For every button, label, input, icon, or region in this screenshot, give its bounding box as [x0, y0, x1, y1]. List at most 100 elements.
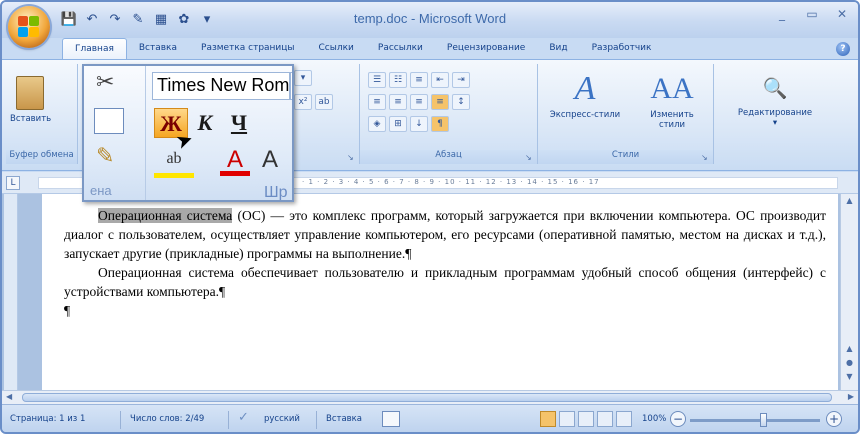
- clipboard-group: Вставить Буфер обмена: [6, 64, 78, 164]
- horizontal-scrollbar[interactable]: ◀ ▶: [2, 390, 858, 404]
- vertical-scrollbar[interactable]: ▲ ▲ ● ▼: [840, 194, 858, 390]
- zoomed-font-group-label: Шр: [264, 184, 288, 201]
- print-layout-icon[interactable]: [540, 411, 556, 427]
- tab-page-layout[interactable]: Разметка страницы: [189, 38, 307, 60]
- shading-icon[interactable]: ◈: [368, 116, 386, 132]
- insert-mode-indicator[interactable]: Вставка: [326, 414, 362, 424]
- grow-font-button[interactable]: A: [262, 146, 286, 176]
- zoom-slider-thumb[interactable]: [760, 413, 767, 427]
- justify-icon[interactable]: ≡: [431, 94, 449, 110]
- office-logo-icon: [18, 16, 40, 38]
- increase-indent-icon[interactable]: ⇥: [452, 72, 470, 88]
- clipboard-group-label: Буфер обмена: [6, 150, 77, 164]
- align-right-icon[interactable]: ≡: [410, 94, 428, 110]
- clipboard-icon: [16, 76, 44, 110]
- tab-home[interactable]: Главная: [62, 38, 127, 60]
- paragraph-3[interactable]: ¶: [64, 301, 826, 320]
- draft-icon[interactable]: [616, 411, 632, 427]
- underline-button[interactable]: Ч: [224, 108, 254, 138]
- styles-dialog-launcher-icon[interactable]: ↘: [701, 153, 710, 162]
- window-title: temp.doc - Microsoft Word: [353, 11, 507, 26]
- browse-object-icon[interactable]: ●: [843, 358, 856, 371]
- editing-group: 🔍 Редактирование ▾: [714, 64, 836, 164]
- line-spacing-icon[interactable]: ↕: [452, 94, 470, 110]
- clear-format-icon[interactable]: ab: [315, 94, 333, 110]
- numbering-icon[interactable]: ☷: [389, 72, 407, 88]
- quick-styles-button[interactable]: A Экспресс-стили: [542, 68, 628, 120]
- next-page-icon[interactable]: ▼: [843, 372, 856, 385]
- italic-button[interactable]: К: [190, 108, 220, 138]
- horizontal-scroll-thumb[interactable]: [22, 393, 832, 402]
- show-marks-icon[interactable]: ¶: [431, 116, 449, 132]
- paragraph-group: ☰ ☷ ≡ ⇤ ⇥ ≡ ≡ ≡ ≡ ↕ ◈ ⊞ ↓ ¶ Абзац ↘: [360, 64, 538, 164]
- zoom-in-icon[interactable]: +: [826, 411, 842, 427]
- paragraph-dialog-launcher-icon[interactable]: ↘: [525, 153, 534, 162]
- ribbon-tabs: Главная Вставка Разметка страницы Ссылки…: [62, 38, 663, 60]
- macro-record-icon[interactable]: [382, 411, 400, 427]
- word-count[interactable]: Число слов: 2/49: [130, 414, 204, 424]
- outline-icon[interactable]: [597, 411, 613, 427]
- font-color-button[interactable]: A: [220, 146, 250, 176]
- change-styles-button[interactable]: AA Изменить стили: [634, 68, 710, 130]
- proofing-icon[interactable]: ✓: [238, 410, 249, 425]
- document-area: Операционная система (ОС) — это комплекс…: [2, 194, 858, 390]
- paragraph-group-label: Абзац: [360, 150, 537, 164]
- window-controls: _ ▭ ✕: [772, 7, 852, 25]
- font-dialog-launcher-icon[interactable]: ↘: [347, 153, 356, 162]
- view-buttons: [540, 411, 632, 427]
- document-text[interactable]: Операционная система (ОС) — это комплекс…: [64, 206, 826, 320]
- zoom-slider[interactable]: [690, 419, 820, 422]
- page-count[interactable]: Страница: 1 из 1: [10, 414, 85, 424]
- copy-icon[interactable]: [94, 108, 124, 134]
- help-icon[interactable]: ?: [836, 42, 850, 56]
- maximize-button[interactable]: ▭: [802, 7, 822, 25]
- zoom-out-icon[interactable]: −: [670, 411, 686, 427]
- document-page[interactable]: Операционная система (ОС) — это комплекс…: [42, 194, 838, 390]
- font-name-combobox[interactable]: Times New Rom: [152, 72, 290, 100]
- multilevel-icon[interactable]: ≡: [410, 72, 428, 88]
- language-indicator[interactable]: русский: [264, 414, 300, 424]
- change-styles-icon: AA: [650, 72, 694, 105]
- sort-icon[interactable]: ↓: [410, 116, 428, 132]
- scroll-right-icon[interactable]: ▶: [848, 392, 854, 401]
- paste-button[interactable]: Вставить: [10, 76, 51, 124]
- align-center-icon[interactable]: ≡: [389, 94, 407, 110]
- font-size-combobox[interactable]: 2: [290, 72, 292, 100]
- scroll-left-icon[interactable]: ◀: [6, 392, 12, 401]
- vertical-ruler: [4, 194, 18, 390]
- tab-insert[interactable]: Вставка: [127, 38, 189, 60]
- styles-group: A Экспресс-стили AA Изменить стили Стили…: [538, 64, 714, 164]
- superscript-icon[interactable]: x²: [294, 94, 312, 110]
- minimize-button[interactable]: _: [772, 7, 792, 25]
- decrease-indent-icon[interactable]: ⇤: [431, 72, 449, 88]
- paragraph-1[interactable]: Операционная система (ОС) — это комплекс…: [64, 206, 826, 263]
- tab-review[interactable]: Рецензирование: [435, 38, 537, 60]
- highlight-button[interactable]: ab: [154, 150, 194, 178]
- selected-text[interactable]: Операционная система: [98, 208, 233, 223]
- word-window: 💾 ↶ ↷ ✎ ▦ ✿ ▾ temp.doc - Microsoft Word …: [0, 0, 860, 434]
- align-left-icon[interactable]: ≡: [368, 94, 386, 110]
- status-bar: Страница: 1 из 1 Число слов: 2/49 ✓ русс…: [2, 404, 858, 432]
- format-painter-icon[interactable]: ✎: [96, 144, 114, 169]
- cut-icon[interactable]: ✂: [96, 70, 114, 95]
- find-icon: 🔍: [762, 76, 788, 100]
- bullets-icon[interactable]: ☰: [368, 72, 386, 88]
- tab-view[interactable]: Вид: [537, 38, 579, 60]
- borders-icon[interactable]: ⊞: [389, 116, 407, 132]
- tab-selector-icon[interactable]: L: [6, 176, 20, 190]
- font-size-dropdown[interactable]: ▾: [294, 70, 312, 86]
- office-button[interactable]: [8, 6, 50, 48]
- paragraph-2[interactable]: Операционная система обеспечивает пользо…: [64, 263, 826, 301]
- prev-page-icon[interactable]: ▲: [843, 344, 856, 357]
- full-screen-icon[interactable]: [559, 411, 575, 427]
- web-layout-icon[interactable]: [578, 411, 594, 427]
- tab-developer[interactable]: Разработчик: [580, 38, 664, 60]
- editing-button[interactable]: 🔍 Редактирование ▾: [718, 68, 832, 128]
- tab-mailings[interactable]: Рассылки: [366, 38, 435, 60]
- zoomed-clipboard-label: ена: [90, 183, 112, 198]
- zoom-level[interactable]: 100%: [642, 414, 666, 424]
- close-button[interactable]: ✕: [832, 7, 852, 25]
- tab-references[interactable]: Ссылки: [307, 38, 366, 60]
- quick-styles-icon: A: [574, 70, 596, 107]
- scroll-up-icon[interactable]: ▲: [843, 196, 856, 209]
